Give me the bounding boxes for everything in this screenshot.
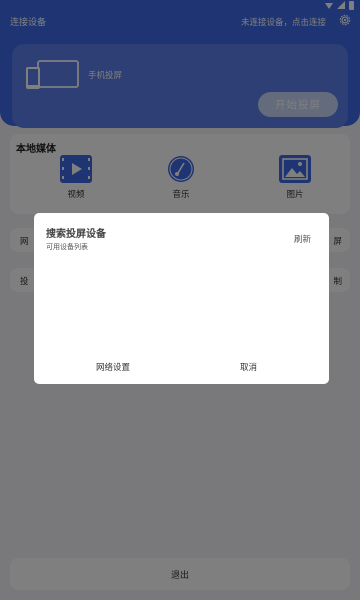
refresh-button[interactable]: 刷新: [294, 233, 311, 245]
dialog-subtitle: 可用设备列表: [46, 243, 88, 251]
cancel-button[interactable]: 取消: [240, 361, 257, 373]
dialog-title: 搜索投屏设备: [46, 229, 106, 240]
device-list: [46, 258, 317, 350]
network-settings-button[interactable]: 网络设置: [96, 361, 130, 373]
search-device-dialog: 搜索投屏设备 可用设备列表 刷新 网络设置 取消: [34, 213, 329, 384]
